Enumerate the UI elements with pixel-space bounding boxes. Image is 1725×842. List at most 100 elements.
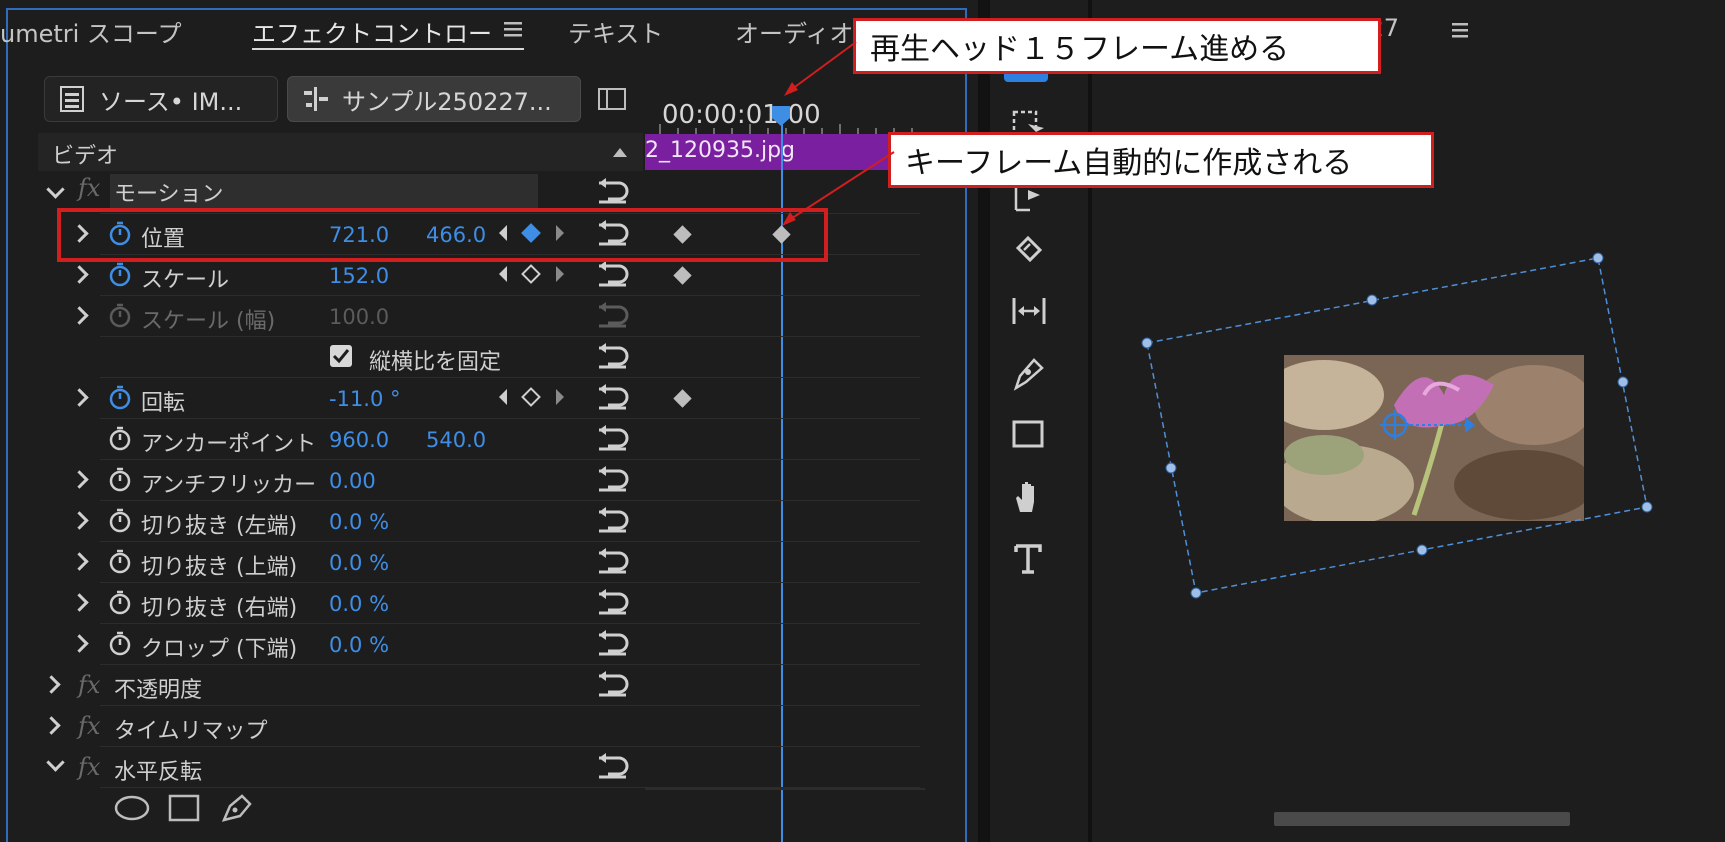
rotation-value[interactable]: -11.0 °	[329, 387, 401, 411]
collapse-up-icon[interactable]	[612, 146, 628, 158]
row-divider	[100, 623, 920, 624]
fx-icon[interactable]: fx	[78, 712, 100, 740]
sequence-button[interactable]: サンプル250227...	[287, 76, 581, 122]
panel-divider	[1088, 0, 1092, 842]
stopwatch-icon[interactable]	[107, 302, 133, 328]
hand-icon[interactable]	[1010, 478, 1048, 516]
prop-crop-bottom-label: クロップ (下端)	[141, 637, 298, 662]
scale-width-value: 100.0	[329, 305, 390, 329]
keyframe-nav[interactable]	[496, 264, 568, 284]
row-divider	[100, 500, 920, 501]
reset-icon[interactable]	[596, 548, 630, 574]
row-divider	[100, 336, 920, 337]
antiflicker-value[interactable]: 0.00	[329, 469, 376, 493]
reset-icon[interactable]	[596, 261, 630, 287]
fx-icon[interactable]: fx	[78, 671, 100, 699]
stopwatch-icon[interactable]	[107, 630, 133, 656]
uniform-scale-checkbox[interactable]	[329, 344, 353, 368]
crop-top-value[interactable]: 0.0 %	[329, 551, 389, 575]
effect-hflip-label: 水平反転	[114, 760, 203, 785]
callout-keyframe: キーフレーム自動的に作成される	[888, 132, 1434, 188]
transform-bounding-box[interactable]	[1130, 245, 1660, 605]
rectangle-tool-icon[interactable]	[1010, 416, 1048, 454]
tab-lumetri-scopes[interactable]: umetri スコープ	[0, 14, 182, 49]
row-divider	[100, 664, 920, 665]
reset-icon[interactable]	[596, 507, 630, 533]
crop-bottom-value[interactable]: 0.0 %	[329, 633, 389, 657]
effect-opacity-label: 不透明度	[114, 678, 203, 703]
row-divider	[100, 746, 920, 747]
crop-left-value[interactable]: 0.0 %	[329, 510, 389, 534]
row-divider	[100, 705, 920, 706]
panel-divider[interactable]	[978, 0, 990, 842]
sequence-icon	[304, 87, 328, 111]
menu-icon[interactable]	[1452, 22, 1468, 38]
active-tab-underline	[252, 48, 524, 50]
callout-keyframe-text: キーフレーム自動的に作成される	[905, 146, 1353, 181]
clip-icon	[60, 86, 84, 112]
row-divider	[100, 459, 920, 460]
stopwatch-icon[interactable]	[107, 507, 133, 533]
fx-icon[interactable]: fx	[78, 174, 100, 202]
ellipse-mask-icon[interactable]	[114, 794, 150, 822]
row-divider	[100, 541, 920, 542]
callout-playhead-text: 再生ヘッド１５フレーム進める	[870, 32, 1290, 67]
panel-toggle-icon[interactable]	[598, 88, 626, 110]
reset-icon[interactable]	[596, 589, 630, 615]
position-row-highlight	[57, 208, 828, 262]
prop-crop-right-label: 切り抜き (右端)	[141, 596, 298, 621]
rectangle-mask-icon[interactable]	[168, 794, 200, 822]
row-divider	[100, 377, 920, 378]
source-clip-button[interactable]: ソース• IM...	[44, 76, 278, 122]
anchor-x-value[interactable]: 960.0	[329, 428, 389, 452]
scale-value[interactable]: 152.0	[329, 264, 389, 288]
reset-icon[interactable]	[596, 425, 630, 451]
menu-icon[interactable]	[504, 20, 522, 38]
reset-icon[interactable]	[596, 671, 630, 697]
fx-icon[interactable]: fx	[78, 753, 100, 781]
stopwatch-icon[interactable]	[107, 261, 133, 287]
stopwatch-icon[interactable]	[107, 425, 133, 451]
reset-icon[interactable]	[596, 630, 630, 656]
prop-scale-width-label: スケール (幅)	[141, 309, 276, 334]
prop-anchor-label: アンカーポイント	[141, 432, 317, 457]
stopwatch-icon[interactable]	[107, 548, 133, 574]
type-tool-icon[interactable]	[1010, 540, 1048, 578]
pen-mask-icon[interactable]	[220, 792, 254, 824]
callout-arrows	[782, 41, 895, 226]
reset-icon[interactable]	[596, 384, 630, 410]
prop-crop-left-label: 切り抜き (左端)	[141, 514, 298, 539]
tab-text[interactable]: テキスト	[568, 14, 663, 49]
section-header	[38, 133, 643, 171]
stopwatch-icon[interactable]	[107, 589, 133, 615]
prop-rotation-label: 回転	[141, 391, 186, 416]
row-divider	[100, 295, 920, 296]
row-divider	[100, 418, 920, 419]
effect-time-remap-label: タイムリマップ	[114, 719, 268, 744]
effect-motion-label: モーション	[114, 182, 224, 207]
prop-antiflicker-label: アンチフリッカー	[141, 473, 317, 498]
reset-icon[interactable]	[596, 343, 630, 369]
reset-icon[interactable]	[596, 178, 630, 204]
sequence-label: サンプル250227...	[342, 87, 552, 116]
anchor-y-value[interactable]: 540.0	[426, 428, 486, 452]
prop-scale-label: スケール	[141, 268, 230, 293]
reset-icon[interactable]	[596, 753, 630, 779]
prop-crop-top-label: 切り抜き (上端)	[141, 555, 298, 580]
pen-icon[interactable]	[1010, 354, 1048, 392]
stopwatch-icon[interactable]	[107, 384, 133, 410]
track-divider	[645, 788, 925, 790]
monitor-scrollbar[interactable]	[1274, 812, 1570, 826]
callout-playhead: 再生ヘッド１５フレーム進める	[853, 18, 1381, 74]
tab-effect-controls[interactable]: エフェクトコントロー	[252, 14, 492, 49]
stopwatch-icon[interactable]	[107, 466, 133, 492]
uniform-scale-label: 縦横比を固定	[369, 350, 502, 375]
keyframe-nav[interactable]	[496, 387, 568, 407]
slip-icon[interactable]	[1010, 292, 1048, 330]
row-divider	[100, 582, 920, 583]
razor-icon[interactable]	[1010, 230, 1048, 268]
section-video-label: ビデオ	[52, 144, 119, 169]
reset-icon[interactable]	[596, 466, 630, 492]
crop-right-value[interactable]: 0.0 %	[329, 592, 389, 616]
reset-icon	[599, 302, 629, 328]
